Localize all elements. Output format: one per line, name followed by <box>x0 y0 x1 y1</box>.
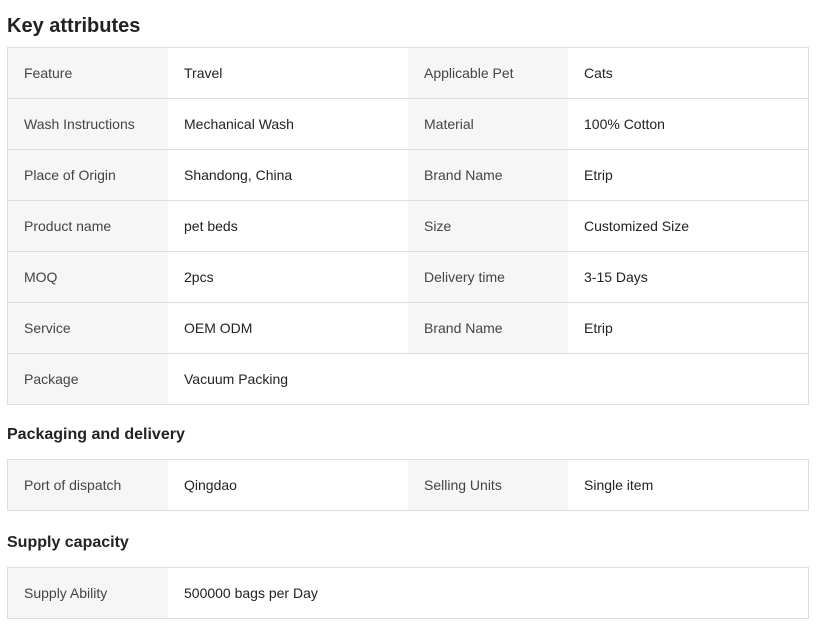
attribute-label: Material <box>408 99 568 149</box>
attribute-row: Supply Ability 500000 bags per Day <box>8 568 808 618</box>
packaging-table: Port of dispatch Qingdao Selling Units S… <box>7 459 809 511</box>
attribute-value: 3-15 Days <box>568 252 808 302</box>
attribute-label: Port of dispatch <box>8 460 168 510</box>
attribute-value: OEM ODM <box>168 303 408 353</box>
key-attributes-title: Key attributes <box>7 15 141 37</box>
attribute-value: Etrip <box>568 303 808 353</box>
attribute-value: 2pcs <box>168 252 408 302</box>
attribute-label: Applicable Pet <box>408 48 568 98</box>
attribute-value: Single item <box>568 460 808 510</box>
attribute-label: MOQ <box>8 252 168 302</box>
attribute-row: Service OEM ODM Brand Name Etrip <box>8 303 808 354</box>
supply-title: Supply capacity <box>7 534 129 551</box>
attribute-value: Mechanical Wash <box>168 99 408 149</box>
attribute-row: Feature Travel Applicable Pet Cats <box>8 48 808 99</box>
attribute-value: Vacuum Packing <box>168 354 408 404</box>
attribute-value: Cats <box>568 48 808 98</box>
attribute-label: Package <box>8 354 168 404</box>
product-attributes-page: Key attributes Feature Travel Applicable… <box>7 0 809 619</box>
supply-table: Supply Ability 500000 bags per Day <box>7 567 809 619</box>
attribute-row: Place of Origin Shandong, China Brand Na… <box>8 150 808 201</box>
attribute-label: Wash Instructions <box>8 99 168 149</box>
attribute-label: Place of Origin <box>8 150 168 200</box>
attribute-label: Service <box>8 303 168 353</box>
attribute-row: Product name pet beds Size Customized Si… <box>8 201 808 252</box>
attribute-value: Customized Size <box>568 201 808 251</box>
empty-cell <box>408 354 568 404</box>
attribute-value: Shandong, China <box>168 150 408 200</box>
attribute-row: Port of dispatch Qingdao Selling Units S… <box>8 460 808 510</box>
key-attributes-table: Feature Travel Applicable Pet Cats Wash … <box>7 47 809 405</box>
empty-cell <box>568 354 808 404</box>
attribute-label: Size <box>408 201 568 251</box>
attribute-label: Delivery time <box>408 252 568 302</box>
attribute-value: Travel <box>168 48 408 98</box>
attribute-label: Brand Name <box>408 150 568 200</box>
attribute-label: Brand Name <box>408 303 568 353</box>
attribute-row: Wash Instructions Mechanical Wash Materi… <box>8 99 808 150</box>
attribute-value: 500000 bags per Day <box>168 568 808 618</box>
attribute-value: Qingdao <box>168 460 408 510</box>
packaging-title: Packaging and delivery <box>7 426 185 443</box>
attribute-value: pet beds <box>168 201 408 251</box>
attribute-row: Package Vacuum Packing <box>8 354 808 404</box>
attribute-label: Selling Units <box>408 460 568 510</box>
attribute-row: MOQ 2pcs Delivery time 3-15 Days <box>8 252 808 303</box>
attribute-label: Feature <box>8 48 168 98</box>
attribute-value: Etrip <box>568 150 808 200</box>
attribute-label: Product name <box>8 201 168 251</box>
attribute-value: 100% Cotton <box>568 99 808 149</box>
attribute-label: Supply Ability <box>8 568 168 618</box>
